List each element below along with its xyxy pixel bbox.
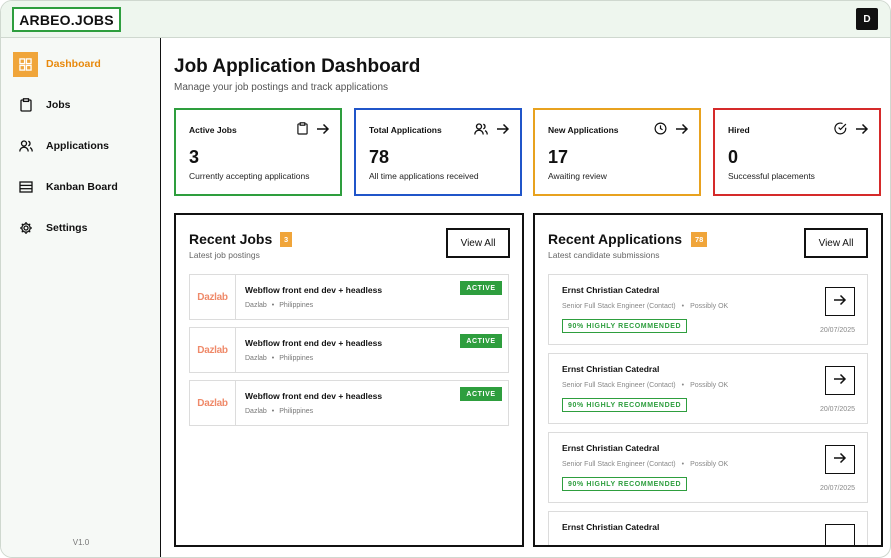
stat-description: Awaiting review [548,171,607,181]
view-all-applications-button[interactable]: View All [804,228,868,258]
brand-logo[interactable]: ARBEO.JOBS [12,7,121,32]
arrow-right-icon [833,372,847,390]
sidebar-item-label: Applications [46,140,110,152]
application-row[interactable]: Ernst Christian Catedral Senior Full Sta… [548,432,868,503]
arrow-right-icon[interactable] [675,122,689,140]
recommendation-badge: 90% HIGHLY RECOMMENDED [562,398,688,412]
panel-title: Recent Applications [548,231,683,247]
arrow-right-icon[interactable] [855,122,869,140]
job-row[interactable]: Dazlab Webflow front end dev + headless … [189,380,509,426]
gear-icon [13,216,38,241]
clipboard-icon [13,93,38,118]
stat-label: Total Applications [369,125,442,135]
sidebar: Dashboard Jobs Applications Kanban Board… [1,38,161,557]
application-meta: Senior Full Stack Engineer (Contact) • Pos… [562,303,729,310]
job-title: Webflow front end dev + headless [245,338,383,348]
page-subtitle: Manage your job postings and track appli… [174,82,389,93]
application-row[interactable]: Ernst Christian Catedral [548,511,868,545]
status-badge: ACTIVE [460,387,502,401]
sidebar-item-label: Jobs [46,99,71,111]
recent-jobs-panel: Recent Jobs 3 Latest job postings View A… [174,213,524,547]
recommendation-badge: 90% HIGHLY RECOMMENDED [562,319,688,333]
candidate-name: Ernst Christian Catedral [562,364,660,374]
application-row[interactable]: Ernst Christian Catedral Senior Full Sta… [548,274,868,345]
open-application-button[interactable] [825,366,855,395]
stat-card-new-applications[interactable]: New Applications 17 Awaiting review [533,108,701,196]
job-row[interactable]: Dazlab Webflow front end dev + headless … [189,327,509,373]
application-date: 20/07/2025 [819,485,855,492]
sidebar-item-label: Kanban Board [46,181,118,193]
stat-value: 78 [369,147,390,167]
stat-label: Active Jobs [189,125,237,135]
page-title: Job Application Dashboard [174,56,421,77]
company-logo: Dazlab [190,275,236,319]
job-title: Webflow front end dev + headless [245,391,383,401]
panel-subtitle: Latest candidate submissions [548,250,660,260]
check-circle-icon [834,122,847,140]
candidate-name: Ernst Christian Catedral [562,522,660,532]
stat-label: Hired [728,125,750,135]
stat-card-active-jobs[interactable]: Active Jobs 3 Currently accepting applic… [174,108,342,196]
sidebar-item-label: Dashboard [46,58,101,70]
sidebar-item-label: Settings [46,222,88,234]
application-meta: Senior Full Stack Engineer (Contact) • Pos… [562,461,729,468]
application-row[interactable]: Ernst Christian Catedral Senior Full Sta… [548,353,868,424]
job-meta: Dazlab • Philippines [245,355,314,362]
open-application-button[interactable] [825,445,855,474]
job-title: Webflow front end dev + headless [245,285,383,295]
status-badge: ACTIVE [460,281,502,295]
stat-value: 17 [548,147,569,167]
status-badge: ACTIVE [460,334,502,348]
job-meta: Dazlab • Philippines [245,302,314,309]
open-application-button[interactable] [825,524,855,545]
arrow-right-icon [833,293,847,311]
count-badge: 3 [280,232,293,247]
candidate-name: Ernst Christian Catedral [562,443,660,453]
sidebar-item-settings[interactable]: Settings [13,215,153,241]
job-row[interactable]: Dazlab Webflow front end dev + headless … [189,274,509,320]
company-logo: Dazlab [190,381,236,425]
user-avatar[interactable]: D [856,8,878,30]
stat-description: Successful placements [728,171,815,181]
version-label: V1.0 [72,538,90,547]
panel-title: Recent Jobs [189,231,273,247]
candidate-name: Ernst Christian Catedral [562,285,660,295]
users-icon [474,122,488,140]
stat-value: 3 [189,147,200,167]
sidebar-item-applications[interactable]: Applications [13,133,153,159]
count-badge: 78 [691,232,708,247]
application-date: 20/07/2025 [819,406,855,413]
application-meta: Senior Full Stack Engineer (Contact) • Pos… [562,382,729,389]
arrow-right-icon[interactable] [496,122,510,140]
stat-description: Currently accepting applications [189,171,310,181]
top-bar: ARBEO.JOBS D [1,1,890,38]
view-all-jobs-button[interactable]: View All [446,228,510,258]
users-icon [13,134,38,159]
stat-card-hired[interactable]: Hired 0 Successful placements [713,108,881,196]
arrow-right-icon[interactable] [316,122,330,140]
recent-applications-panel: Recent Applications 78 Latest candidate … [533,213,883,547]
clipboard-icon [297,122,308,140]
application-date: 20/07/2025 [819,327,855,334]
clock-icon [654,122,667,140]
stat-description: All time applications received [369,171,479,181]
job-meta: Dazlab • Philippines [245,408,314,415]
sidebar-item-kanban-board[interactable]: Kanban Board [13,174,153,200]
stat-value: 0 [728,147,739,167]
panel-subtitle: Latest job postings [189,250,260,260]
arrow-right-icon [833,451,847,469]
stat-label: New Applications [548,125,619,135]
sidebar-item-dashboard[interactable]: Dashboard [13,51,153,77]
kanban-icon [13,175,38,200]
app-window: ARBEO.JOBS D Dashboard Jobs Applications [0,0,891,558]
stat-card-total-applications[interactable]: Total Applications 78 All time applicati… [354,108,522,196]
open-application-button[interactable] [825,287,855,316]
recommendation-badge: 90% HIGHLY RECOMMENDED [562,477,688,491]
company-logo: Dazlab [190,328,236,372]
grid-icon [13,51,38,77]
main-content: Job Application Dashboard Manage your jo… [162,38,890,557]
sidebar-item-jobs[interactable]: Jobs [13,92,153,118]
